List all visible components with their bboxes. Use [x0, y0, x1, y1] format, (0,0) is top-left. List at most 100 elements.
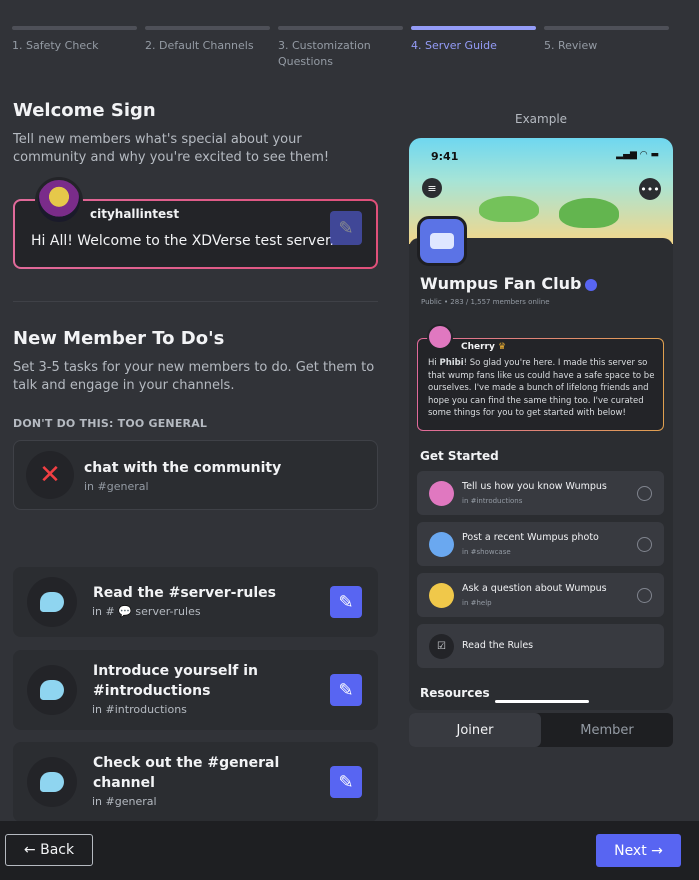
step-server-guide[interactable]: 4. Server Guide — [411, 26, 536, 70]
todo-channel: in #introductions — [92, 703, 187, 716]
divider — [13, 301, 378, 302]
welcome-message-inner: cityhallintest Hi All! Welcome to the XD… — [15, 177, 376, 267]
example-welcome-inner: Hi Phibi! So glad you're here. I made th… — [418, 339, 663, 430]
island-illustration — [479, 196, 539, 222]
welcome-text-prefix: Hi — [428, 358, 440, 368]
back-button[interactable]: ← Back — [5, 834, 93, 866]
close-icon: ✕ — [26, 451, 74, 499]
rules-icon: ☑ — [429, 634, 454, 659]
pencil-icon: ✎ — [338, 591, 354, 613]
step-label: 1. Safety Check — [12, 39, 99, 52]
todo-channel: in # 💬 server-rules — [92, 605, 201, 618]
task-channel: in #showcase — [462, 548, 511, 556]
chat-bubble-icon — [27, 577, 77, 627]
todo-channel: in #general — [92, 795, 157, 808]
example-task: Ask a question about Wumpus in #help — [417, 573, 664, 617]
example-welcome-card: Hi Phibi! So glad you're here. I made th… — [417, 324, 664, 431]
pencil-icon: ✎ — [338, 771, 354, 793]
step-bar — [544, 26, 669, 30]
todo-description: Set 3-5 tasks for your new members to do… — [13, 360, 375, 393]
phone-preview: 9:41 ▂▄▆ ◠ ▬ ≡ ••• Wumpus Fan Club Publi… — [409, 138, 673, 710]
task-channel: in #help — [462, 599, 492, 607]
server-meta: Public • 283 / 1,557 members online — [421, 298, 550, 306]
edit-welcome-button[interactable]: ✎ — [330, 211, 362, 245]
avatar — [427, 324, 453, 350]
progress-stepper: 1. Safety Check 2. Default Channels 3. C… — [12, 26, 672, 70]
step-label: 5. Review — [544, 39, 598, 52]
todo-item-introductions[interactable]: Introduce yourself in #introductions in … — [13, 650, 378, 730]
edit-todo-button[interactable]: ✎ — [330, 674, 362, 706]
task-title: Tell us how you know Wumpus — [462, 481, 607, 492]
more-icon: ••• — [639, 178, 661, 200]
pencil-icon: ✎ — [338, 217, 354, 239]
task-avatar-icon — [429, 532, 454, 557]
member-tab[interactable]: Member — [541, 713, 673, 747]
task-avatar-icon — [429, 481, 454, 506]
step-bar — [411, 26, 536, 30]
welcome-message-card[interactable]: cityhallintest Hi All! Welcome to the XD… — [13, 177, 378, 269]
example-task: Post a recent Wumpus photo in #showcase — [417, 522, 664, 566]
radio-icon — [637, 588, 652, 603]
status-time: 9:41 — [431, 150, 459, 163]
todo-item-server-rules[interactable]: Read the #server-rules in # 💬 server-rul… — [13, 567, 378, 637]
home-indicator — [495, 700, 589, 703]
welcome-sign-heading: Welcome Sign — [13, 100, 156, 121]
server-name: Wumpus Fan Club — [420, 274, 598, 293]
step-label: 3. Customization Questions — [278, 39, 371, 68]
welcome-username: cityhallintest — [90, 207, 180, 221]
step-bar — [12, 26, 137, 30]
radio-icon — [637, 486, 652, 501]
verified-icon — [585, 278, 598, 291]
step-bar — [278, 26, 403, 30]
resources-heading: Resources — [420, 686, 490, 700]
footer-bar: ← Back Next → — [0, 821, 699, 880]
step-label: 2. Default Channels — [145, 39, 254, 52]
welcome-message-text: Hi All! Welcome to the XDVerse test serv… — [31, 233, 334, 249]
preview-toggle: Joiner Member — [409, 713, 673, 747]
hamburger-icon: ≡ — [422, 178, 442, 198]
bad-example-label: DON'T DO THIS: TOO GENERAL — [13, 417, 208, 430]
island-illustration — [559, 198, 619, 228]
chat-bubble-icon — [27, 665, 77, 715]
left-column: Welcome Sign Tell new members what's spe… — [13, 100, 378, 510]
step-customization-questions[interactable]: 3. Customization Questions — [278, 26, 403, 70]
todo-item-general[interactable]: Check out the #general channel in #gener… — [13, 742, 378, 822]
status-icons: ▂▄▆ ◠ ▬ — [616, 150, 659, 160]
welcome-author-name: Cherry — [461, 342, 495, 352]
radio-icon — [637, 537, 652, 552]
task-title: Ask a question about Wumpus — [462, 583, 607, 594]
example-label: Example — [515, 112, 568, 126]
joiner-tab[interactable]: Joiner — [409, 713, 541, 747]
bad-example-card: ✕ chat with the community in #general — [13, 440, 378, 510]
get-started-heading: Get Started — [420, 449, 499, 463]
bad-example-channel: in #general — [84, 480, 149, 493]
welcome-sign-description: Tell new members what's special about yo… — [13, 132, 330, 165]
welcome-text-name: Phibi — [439, 358, 464, 368]
edit-todo-button[interactable]: ✎ — [330, 586, 362, 618]
example-task: Tell us how you know Wumpus in #introduc… — [417, 471, 664, 515]
step-review[interactable]: 5. Review — [544, 26, 669, 70]
todo-title: Read the #server-rules — [93, 585, 276, 601]
example-task: ☑ Read the Rules — [417, 624, 664, 668]
pencil-icon: ✎ — [338, 679, 354, 701]
step-safety-check[interactable]: 1. Safety Check — [12, 26, 137, 70]
server-icon — [417, 216, 467, 266]
step-label: 4. Server Guide — [411, 39, 497, 52]
bad-example-title: chat with the community — [84, 460, 282, 476]
crown-icon: ♛ — [498, 342, 507, 352]
next-button[interactable]: Next → — [596, 834, 681, 867]
task-channel: in #introductions — [462, 497, 523, 505]
welcome-author: Cherry ♛ — [461, 342, 506, 352]
step-default-channels[interactable]: 2. Default Channels — [145, 26, 270, 70]
todo-heading: New Member To Do's — [13, 328, 225, 349]
edit-todo-button[interactable]: ✎ — [330, 766, 362, 798]
todo-title: Introduce yourself in #introductions — [93, 663, 259, 699]
todo-title: Check out the #general channel — [93, 755, 280, 791]
server-name-text: Wumpus Fan Club — [420, 274, 582, 293]
avatar[interactable] — [35, 177, 83, 225]
step-bar — [145, 26, 270, 30]
task-avatar-icon — [429, 583, 454, 608]
chat-bubble-icon — [27, 757, 77, 807]
task-title: Read the Rules — [462, 640, 534, 651]
task-title: Post a recent Wumpus photo — [462, 532, 599, 543]
